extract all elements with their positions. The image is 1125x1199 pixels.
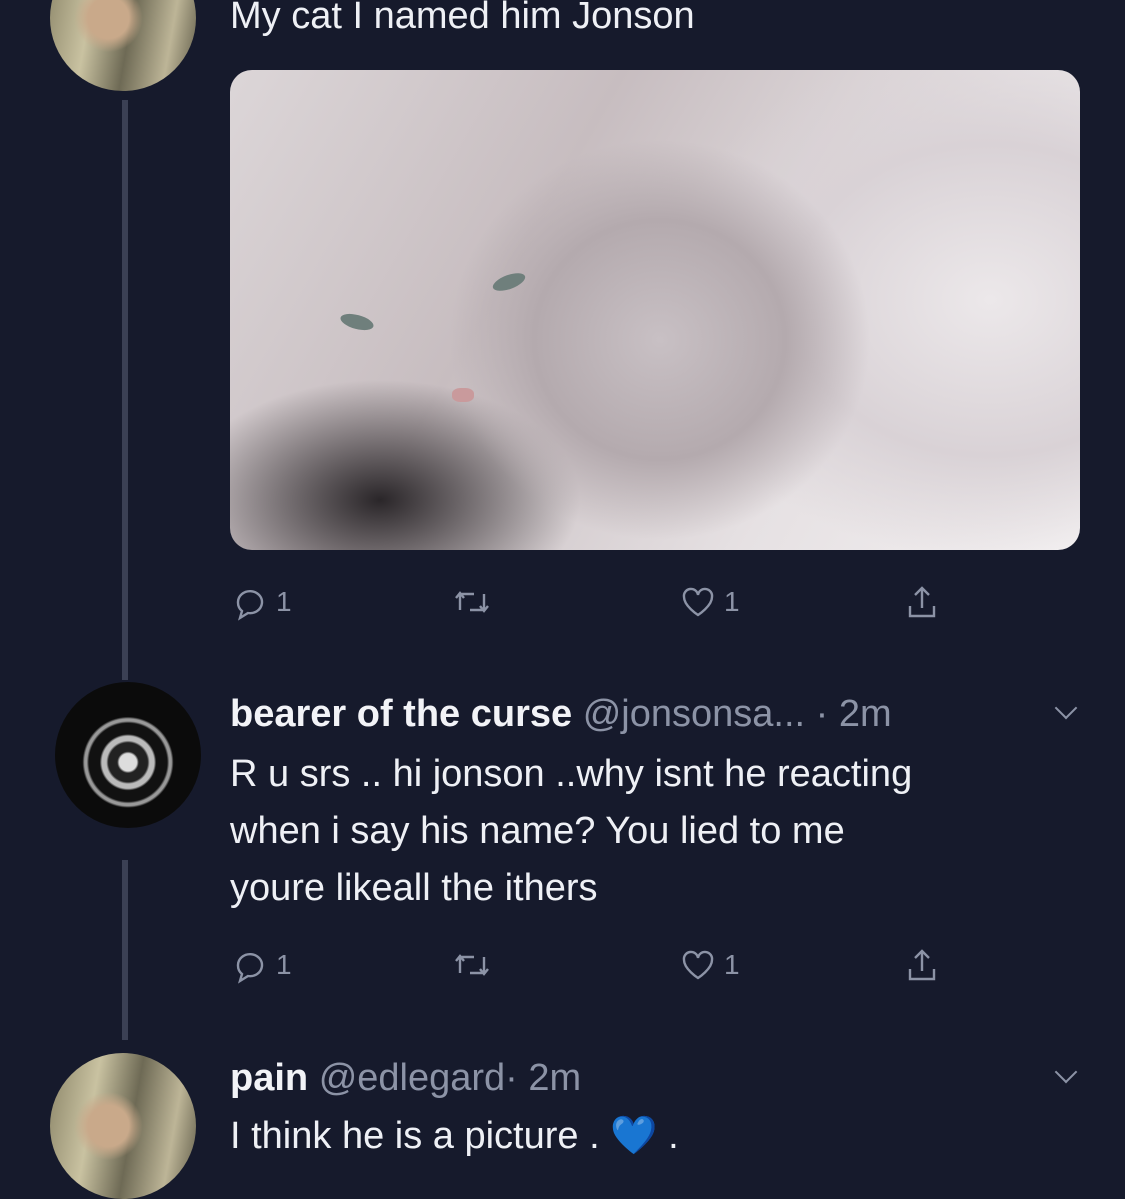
share-icon xyxy=(908,949,936,981)
handle[interactable]: @jonsonsa... xyxy=(583,693,805,735)
cat-eye xyxy=(338,310,376,334)
heart-icon xyxy=(682,950,714,980)
retweet-button[interactable] xyxy=(452,945,492,985)
like-button[interactable]: 1 xyxy=(678,582,740,622)
chevron-down-icon[interactable] xyxy=(1054,696,1078,720)
reply-icon xyxy=(236,589,264,621)
cat-eye xyxy=(490,269,528,295)
tweet-image[interactable] xyxy=(230,70,1080,550)
thread-line xyxy=(122,100,128,680)
tweet-line: youre likeall the ithers xyxy=(230,867,598,909)
display-name[interactable]: pain xyxy=(230,1057,308,1099)
reply-button[interactable]: 1 xyxy=(230,945,292,985)
tweet-body-end: . xyxy=(657,1115,679,1157)
timestamp: · 2m xyxy=(505,1057,582,1099)
like-count: 1 xyxy=(724,586,740,617)
like-count: 1 xyxy=(724,949,740,980)
share-button[interactable] xyxy=(902,945,942,985)
chevron-down-icon[interactable] xyxy=(1054,1060,1078,1084)
retweet-button[interactable] xyxy=(452,582,492,622)
reply-icon xyxy=(236,952,264,984)
share-icon xyxy=(908,586,936,618)
tweet-header: pain @edlegard· 2m xyxy=(230,1050,581,1107)
like-button[interactable]: 1 xyxy=(678,945,740,985)
heart-icon xyxy=(682,587,714,617)
tweet-text: My cat I named him Jonson xyxy=(230,0,695,37)
avatar[interactable] xyxy=(50,1053,196,1199)
tweet-body: I think he is a picture . xyxy=(230,1115,600,1157)
reply-button[interactable]: 1 xyxy=(230,582,292,622)
retweet-icon xyxy=(455,954,489,976)
tweet-text: R u srs .. hi jonson ..why isnt he react… xyxy=(230,746,912,917)
reply-count: 1 xyxy=(276,586,292,617)
reply-count: 1 xyxy=(276,949,292,980)
tweet-text: I think he is a picture . 💙 . xyxy=(230,1108,679,1165)
retweet-icon xyxy=(455,591,489,613)
share-button[interactable] xyxy=(902,582,942,622)
display-name[interactable]: bearer of the curse xyxy=(230,693,572,735)
handle[interactable]: @edlegard xyxy=(319,1057,505,1099)
tweet-header: bearer of the curse @jonsonsa... · 2m xyxy=(230,686,892,743)
tweet-actions: 1 1 xyxy=(230,945,950,985)
cat-nose xyxy=(452,388,474,402)
tweet-line: when i say his name? You lied to me xyxy=(230,810,845,852)
tweet-actions: 1 1 xyxy=(230,582,950,622)
blue-heart-emoji: 💙 xyxy=(610,1115,658,1157)
avatar[interactable] xyxy=(55,682,201,828)
tweet-line: R u srs .. hi jonson ..why isnt he react… xyxy=(230,753,913,795)
timestamp: · 2m xyxy=(815,693,892,735)
thread-line xyxy=(122,860,128,1040)
avatar[interactable] xyxy=(50,0,196,91)
